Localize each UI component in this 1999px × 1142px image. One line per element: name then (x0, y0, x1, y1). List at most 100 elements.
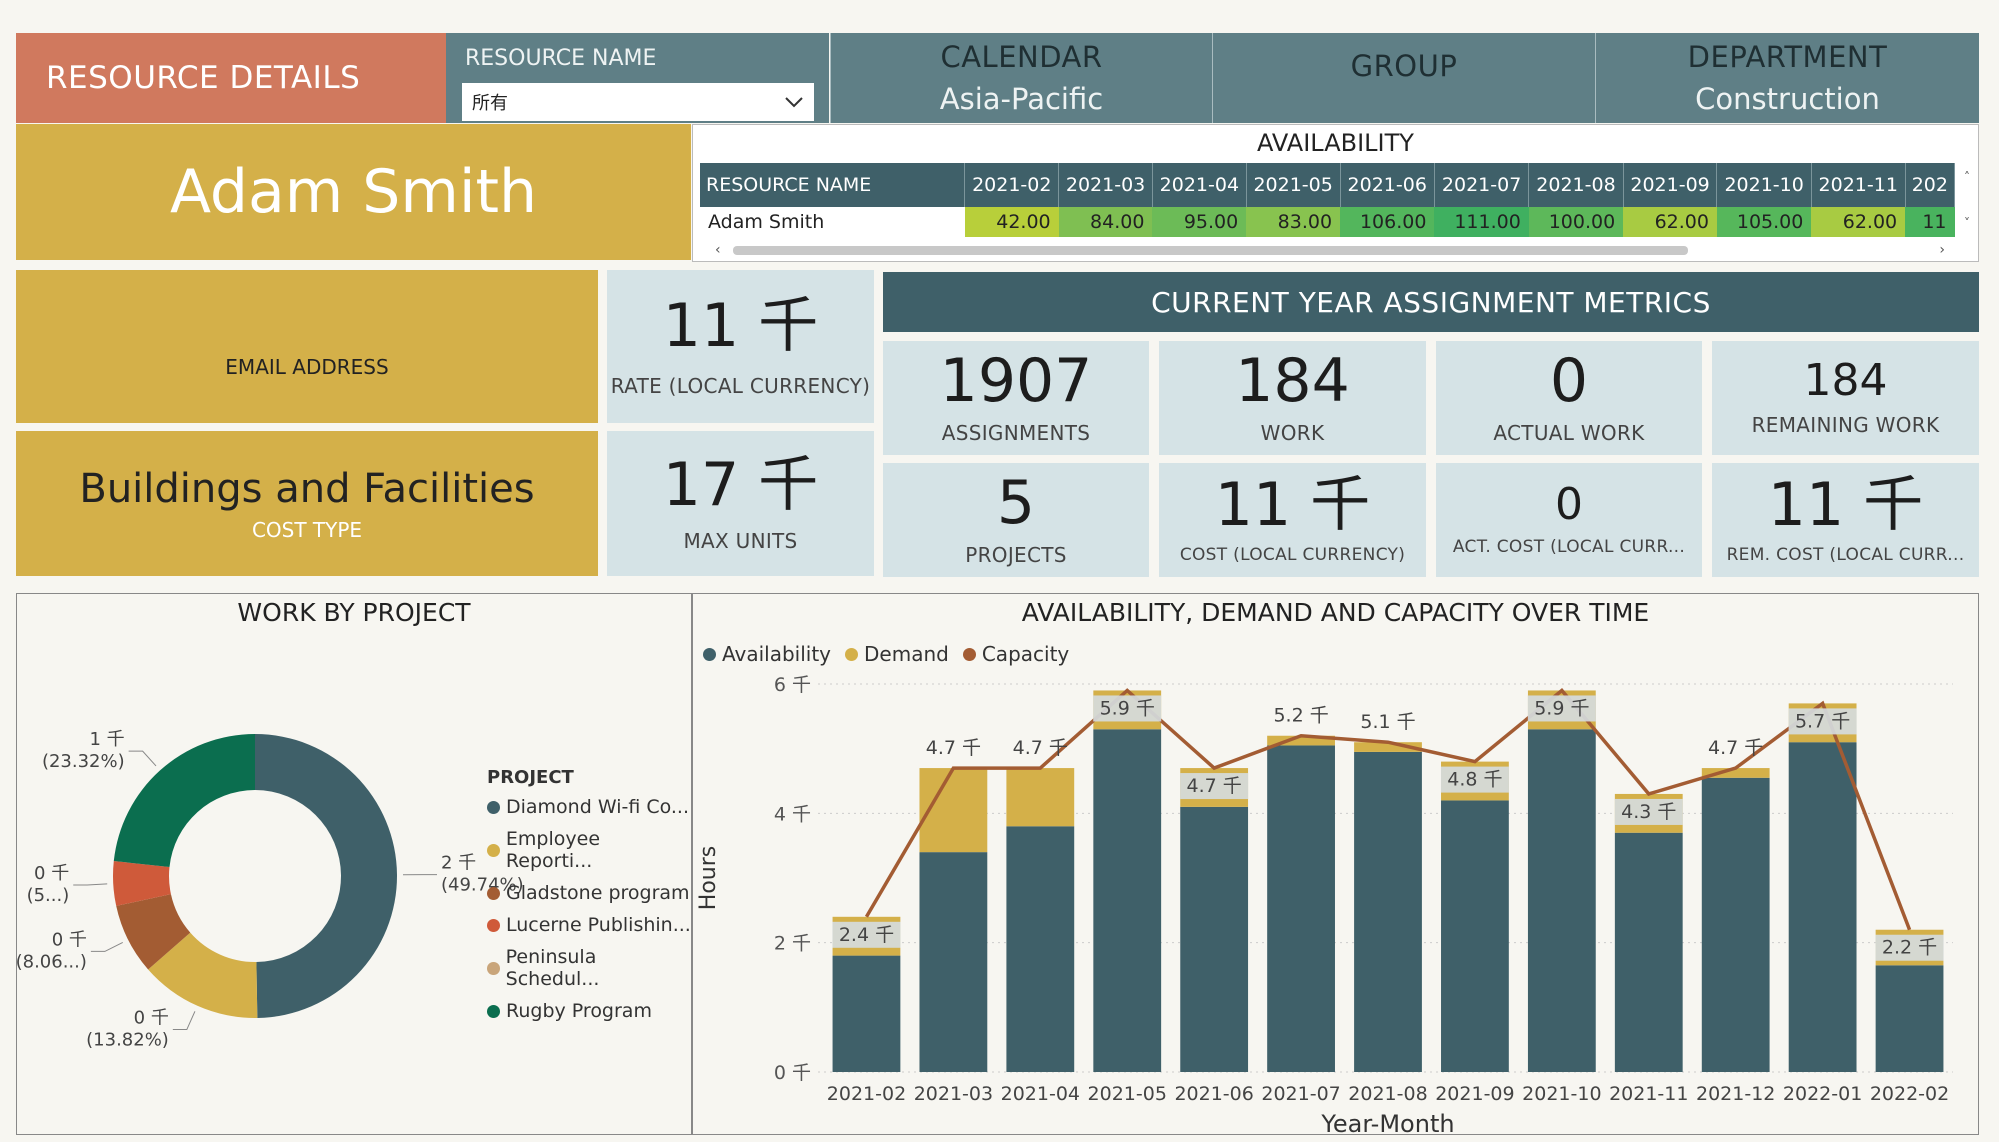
metric-card: 184 WORK (1159, 341, 1426, 455)
chart-legend-item[interactable]: Demand (845, 642, 949, 666)
column-header[interactable]: 2021-04 (1152, 163, 1247, 207)
legend-item[interactable]: Gladstone program (487, 882, 691, 904)
legend-label: Rugby Program (506, 1000, 652, 1022)
rate-card: 11 千 RATE (LOCAL CURRENCY) (607, 270, 874, 423)
resource-name: Adam Smith (169, 157, 538, 227)
availability-cell: 100.00 (1528, 207, 1624, 237)
metric-value: 5 (996, 468, 1036, 538)
legend-item[interactable]: Diamond Wi-fi Co... (487, 796, 691, 818)
column-header[interactable]: 2021-06 (1340, 163, 1435, 207)
column-header[interactable]: 2021-02 (964, 163, 1060, 207)
availability-table: RESOURCE NAME 2021-02 2021-03 2021-04 20… (700, 163, 1955, 237)
data-label: 4.7 千 (926, 737, 981, 759)
legend-label: Employee Reporti... (505, 828, 601, 872)
chevron-down-icon[interactable]: ˅ (1964, 216, 1970, 230)
table-row[interactable]: Adam Smith 42.00 84.00 95.00 83.00 106.00 111… (700, 207, 1955, 237)
legend-item[interactable]: Peninsula Schedul... (487, 946, 691, 990)
column-header[interactable]: RESOURCE NAME (700, 163, 966, 207)
availability-cell: 62.00 (1623, 207, 1717, 237)
slice-label-value: 0 千 (134, 1008, 169, 1029)
chart-legend-item[interactable]: Capacity (962, 642, 1069, 666)
availability-cell: 42.00 (964, 207, 1059, 237)
x-tick-label: 2021-04 (1001, 1083, 1080, 1105)
leader-line (90, 941, 123, 952)
chevron-right-icon[interactable]: › (1939, 242, 1945, 258)
availability-cell: 83.00 (1246, 207, 1341, 237)
legend-item[interactable]: Employee Reporti... (487, 828, 691, 872)
chart-legend-item[interactable]: Availability (703, 642, 831, 666)
metric-value: 0 (1549, 346, 1589, 416)
legend-dot (487, 1004, 500, 1018)
chevron-down-icon (785, 97, 803, 108)
legend-label: Diamond Wi-fi Co... (506, 796, 690, 818)
metric-card: 11 千 REM. COST (LOCAL CURR... (1712, 463, 1979, 577)
bar-availability (1006, 826, 1075, 1072)
cell-resource-name: Adam Smith (700, 207, 965, 237)
department-label: DEPARTMENT (1687, 40, 1888, 74)
scrollbar-thumb[interactable] (732, 245, 1688, 255)
bar-demand (1006, 768, 1075, 827)
bar-availability (1180, 806, 1249, 1072)
column-header[interactable]: 202 (1905, 163, 1955, 207)
data-label: 5.2 千 (1273, 705, 1328, 727)
y-tick-label: 4 千 (774, 803, 811, 825)
legend-dot (487, 886, 500, 900)
metric-value: 184 (1235, 346, 1350, 416)
availability-cell: 11 (1905, 207, 1955, 237)
legend-label: Peninsula Schedul... (505, 946, 600, 990)
x-axis-label: Year-Month (1320, 1110, 1454, 1134)
data-label: 4.7 千 (1708, 737, 1763, 759)
donut-slice[interactable] (255, 734, 397, 1018)
metric-label: ASSIGNMENTS (941, 421, 1091, 445)
page-title: RESOURCE DETAILS (46, 60, 361, 96)
column-header[interactable]: 2021-09 (1623, 163, 1718, 207)
column-header[interactable]: 2021-10 (1716, 163, 1812, 207)
bar-availability (1267, 745, 1335, 1072)
resource-name-card: Adam Smith (16, 124, 691, 260)
rate-value: 11 千 (662, 290, 819, 361)
metric-label: ACTUAL WORK (1493, 421, 1645, 445)
column-header[interactable]: 2021-11 (1811, 163, 1906, 207)
bar-availability (1527, 729, 1596, 1072)
column-header[interactable]: 2021-08 (1528, 163, 1624, 207)
resource-name-dropdown[interactable]: 所有 (462, 83, 814, 121)
legend-dot (845, 647, 859, 661)
x-tick-label: 2021-10 (1522, 1083, 1601, 1105)
availability-cell: 62.00 (1811, 207, 1906, 237)
column-header[interactable]: 2021-07 (1434, 163, 1530, 207)
metric-label: WORK (1260, 421, 1325, 445)
x-tick-label: 2021-02 (827, 1083, 906, 1105)
x-tick-label: 2021-08 (1348, 1083, 1427, 1105)
leader-line (73, 883, 108, 886)
legend-item[interactable]: Rugby Program (487, 1000, 691, 1022)
slice-label-pct: (23.32%) (42, 751, 125, 772)
legend-item[interactable]: Lucerne Publishin... (487, 914, 691, 936)
x-tick-label: 2021-03 (914, 1083, 993, 1105)
vertical-scrollbar[interactable]: ˄ ˅ (1960, 170, 1974, 230)
column-header[interactable]: 2021-05 (1246, 163, 1341, 207)
data-label: 4.8 千 (1447, 769, 1502, 791)
bar-availability (1441, 800, 1509, 1072)
slice-label-pct: (13.82%) (86, 1030, 169, 1051)
chart-legend: Availability Demand Capacity (703, 642, 1069, 666)
group-card: GROUP (1212, 33, 1595, 123)
department-card: DEPARTMENT Construction (1595, 33, 1979, 123)
donut-slice[interactable] (113, 734, 255, 867)
calendar-card: CALENDAR Asia-Pacific (830, 33, 1212, 123)
legend-dot (703, 647, 716, 661)
cost-type-label: COST TYPE (251, 517, 363, 542)
dropdown-value: 所有 (472, 93, 508, 114)
combo-chart: 0 千 2 千 4 千 6 千 Hours 2021-02 2021-03 2021-04 20… (696, 674, 1953, 1134)
chevron-left-icon[interactable]: ‹ (715, 242, 721, 258)
data-label: 5.9 千 (1100, 697, 1155, 719)
rate-label: RATE (LOCAL CURRENCY) (610, 373, 871, 398)
availability-table-wrap: RESOURCE NAME 2021-02 2021-03 2021-04 20… (700, 163, 1955, 237)
bar-availability (1875, 965, 1944, 1072)
department-value: Construction (1695, 82, 1880, 116)
donut-legend: PROJECT Diamond Wi-fi Co... Employee Repo… (487, 767, 691, 1032)
column-header[interactable]: 2021-03 (1058, 163, 1153, 207)
legend-label: Availability (722, 642, 832, 666)
chevron-up-icon[interactable]: ˄ (1964, 170, 1970, 184)
bar-availability (1788, 742, 1857, 1072)
horizontal-scrollbar[interactable]: ‹ › (715, 242, 1945, 258)
